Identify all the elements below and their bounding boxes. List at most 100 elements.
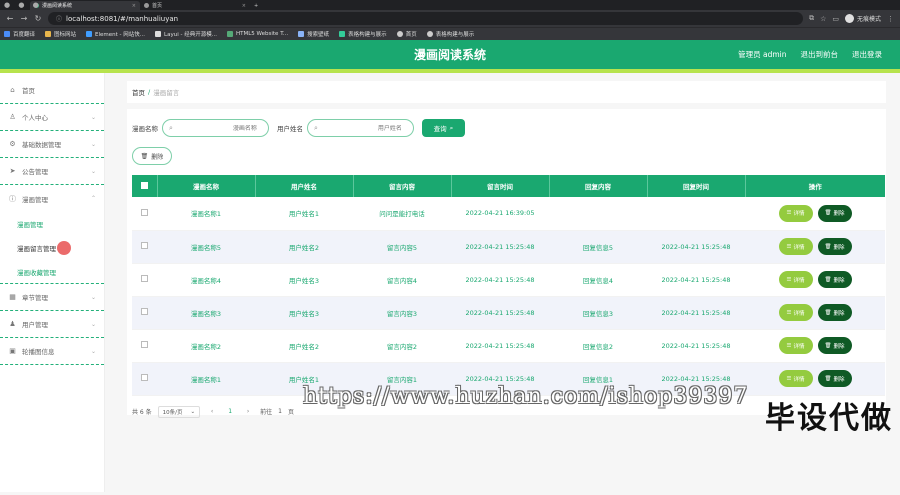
detail-button[interactable]: ☰ 详情 [778, 204, 813, 222]
row-checkbox[interactable] [141, 275, 148, 282]
row-select-cell[interactable] [132, 263, 157, 297]
detail-icon: ☰ [786, 243, 792, 250]
row-checkbox[interactable] [141, 242, 148, 249]
bookmark[interactable]: 图标网站 [45, 30, 76, 38]
sidebar-subitem-comic-message[interactable]: 漫画留言管理 [0, 236, 104, 260]
page-number[interactable]: 1 [224, 408, 236, 415]
table-row: 漫画名称2 用户姓名2 留言内容2 2022-04-21 15:25:48 回复信息2 2… [132, 329, 885, 363]
sidebar-item-carousel[interactable]: ▣ 轮播图信息 ⌄ [0, 338, 104, 365]
sidebar-item-personal[interactable]: ♙ 个人中心 ⌄ [0, 104, 104, 131]
breadcrumb-current: 漫画留言 [153, 89, 180, 97]
row-select-cell[interactable] [132, 296, 157, 330]
select-all-checkbox[interactable] [140, 181, 148, 189]
page-size-select[interactable]: 10条/页 ⌄ [157, 405, 201, 418]
row-checkbox[interactable] [141, 341, 148, 348]
sidebar-item-chapter[interactable]: ▦ 章节管理 ⌄ [0, 284, 104, 311]
detail-icon: ☰ [786, 276, 792, 283]
close-tab-icon[interactable]: × [242, 3, 246, 9]
bookmark[interactable]: HTML5 Website T... [226, 31, 288, 37]
bookmark[interactable]: 表格构建与展示 [426, 30, 474, 38]
table-cell: 用户姓名3 [255, 263, 353, 297]
page-favicon-icon [144, 3, 149, 8]
delete-button[interactable]: 🗑 删除 [817, 271, 852, 288]
translate-icon[interactable]: ⧉ [809, 14, 814, 23]
sidebar-item-home[interactable]: ⌂ 首页 [0, 77, 104, 104]
row-checkbox[interactable] [141, 308, 148, 315]
batch-delete-button[interactable]: 🗑 删除 [132, 147, 172, 165]
sidebar-item-basic-data[interactable]: ⚙ 基础数据管理 ⌄ [0, 131, 104, 158]
row-select-cell[interactable] [132, 362, 157, 396]
delete-button[interactable]: 🗑 删除 [817, 370, 852, 387]
delete-button[interactable]: 🗑 删除 [817, 238, 852, 255]
bookmark[interactable]: 表格构建与展示 [339, 30, 387, 38]
sidebar-subitem-comic-favorites[interactable]: 漫画收藏管理 [0, 260, 104, 284]
bookmark[interactable]: Layui - 经典开源模... [155, 30, 217, 38]
bookmark[interactable]: 首页 [396, 30, 417, 38]
trash-icon: 🗑 [824, 309, 832, 316]
select-all-cell[interactable] [132, 175, 158, 197]
extensions-icon[interactable]: ▭ [832, 15, 839, 23]
comic-name-input-wrapper[interactable]: ⌕ [162, 119, 269, 137]
table-header-row: 漫画名称 用户姓名 留言内容 留言时间 回复内容 回复时间 操作 [132, 175, 885, 197]
menu-icon[interactable]: ⋮ [887, 15, 894, 23]
close-tab-icon[interactable]: × [132, 3, 136, 9]
comic-name-label: 漫画名称 [132, 125, 158, 133]
row-checkbox[interactable] [141, 374, 148, 381]
url-field[interactable]: ⓘ localhost:8081/#/manhualiuyan [48, 12, 804, 25]
chevron-down-icon: ⌄ [90, 320, 96, 328]
bookmark[interactable]: 搜索壁纸 [298, 30, 329, 38]
detail-button[interactable]: ☰ 详情 [778, 337, 813, 354]
next-page-icon[interactable]: › [242, 408, 254, 415]
star-icon[interactable]: ☆ [820, 15, 826, 23]
reload-icon[interactable]: ↻ [34, 14, 42, 23]
breadcrumb-home[interactable]: 首页 [132, 87, 145, 97]
sidebar-item-label: 个人中心 [22, 114, 48, 122]
table-cell: 回复信息3 [549, 296, 647, 330]
bookmark[interactable]: 百度翻译 [4, 30, 35, 38]
detail-button[interactable]: ☰ 详情 [778, 238, 813, 255]
sidebar-item-user[interactable]: ♟ 用户管理 ⌄ [0, 311, 104, 338]
browser-tab-active[interactable]: 漫画阅读系统 × [30, 1, 140, 10]
row-select-cell[interactable] [132, 329, 157, 363]
detail-label: 详情 [793, 244, 805, 251]
logout-link[interactable]: 退出登录 [852, 49, 882, 60]
sidebar-item-comic[interactable]: ⓘ 漫画管理 ⌃ [0, 185, 104, 212]
sidebar-subitem-comic[interactable]: 漫画管理 [0, 212, 104, 236]
window-controls[interactable]: ● ● ● [4, 1, 42, 9]
query-button[interactable]: 查询 ⌕ [422, 119, 465, 137]
sidebar-item-label: 基础数据管理 [22, 141, 61, 149]
prev-page-icon[interactable]: ‹ [206, 408, 218, 415]
sidebar-item-notice[interactable]: ➤ 公告管理 ⌄ [0, 158, 104, 185]
browser-tab[interactable]: 首页 × [140, 1, 250, 10]
delete-button[interactable]: 🗑 删除 [817, 304, 852, 321]
row-checkbox[interactable] [141, 208, 148, 216]
sidebar-item-label: 章节管理 [22, 294, 48, 302]
trash-icon: 🗑 [824, 210, 832, 217]
back-icon[interactable]: ← [6, 14, 14, 23]
table-cell: 漫画名称3 [157, 296, 255, 330]
table-cell: 2022-04-21 15:25:48 [647, 329, 745, 363]
detail-label: 详情 [793, 376, 805, 383]
detail-button[interactable]: ☰ 详情 [778, 370, 813, 387]
goto-page-input[interactable]: 1 [278, 408, 282, 415]
row-select-cell[interactable] [132, 197, 157, 231]
new-tab-button[interactable]: + [250, 1, 262, 10]
comic-name-input[interactable] [176, 124, 257, 132]
bookmark-icon [86, 31, 93, 37]
forward-icon[interactable]: → [20, 14, 28, 23]
info-icon[interactable]: ⓘ [56, 14, 62, 23]
profile-button[interactable]: 无痕模式 [844, 14, 881, 23]
back-to-front-link[interactable]: 退出到前台 [801, 49, 839, 60]
bookmark-icon [155, 31, 162, 37]
user-name-input-wrapper[interactable]: ⌕ [307, 119, 414, 137]
user-name-input[interactable] [321, 124, 402, 132]
detail-button[interactable]: ☰ 详情 [778, 271, 813, 288]
batch-delete-label: 删除 [151, 153, 164, 161]
detail-button[interactable]: ☰ 详情 [778, 304, 813, 321]
bookmark[interactable]: Element - 网站快... [86, 30, 145, 38]
delete-button[interactable]: 🗑 删除 [817, 337, 852, 354]
watermark-url: https://www.huzhan.com/ishop39397 [303, 384, 749, 409]
actions-cell: ☰ 详情 🗑 删除 [745, 197, 885, 231]
row-select-cell[interactable] [132, 230, 157, 264]
delete-button[interactable]: 🗑 删除 [817, 204, 852, 222]
